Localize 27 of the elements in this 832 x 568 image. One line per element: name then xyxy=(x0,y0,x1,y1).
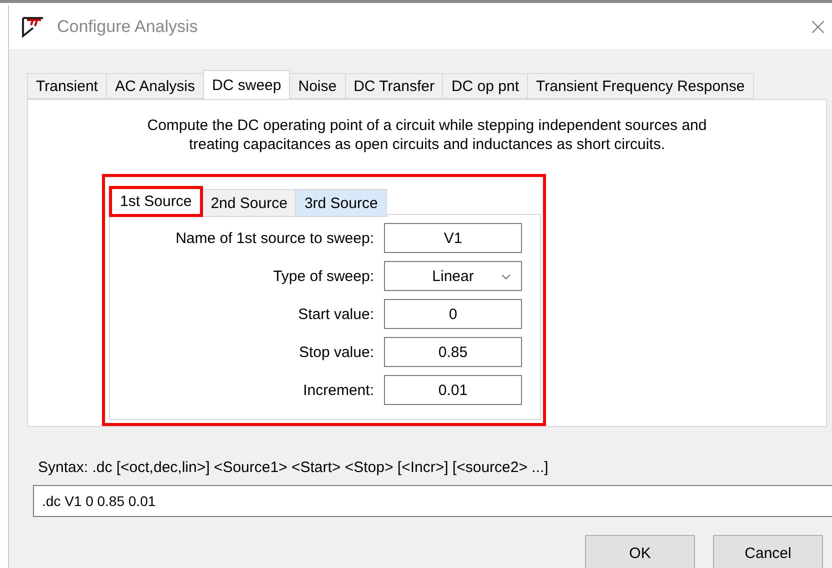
input-field[interactable]: 0 xyxy=(384,299,522,329)
tab[interactable]: DC op pnt xyxy=(442,73,528,99)
input-field[interactable]: V1 xyxy=(384,223,522,253)
source-tab[interactable]: 3rd Source xyxy=(295,189,387,217)
tab[interactable]: DC sweep xyxy=(203,70,290,99)
field-label: Start value: xyxy=(297,306,375,322)
source-tab[interactable]: 1st Source xyxy=(109,186,203,217)
tab[interactable]: DC Transfer xyxy=(344,73,444,99)
app-logo-icon xyxy=(21,16,45,38)
source-tab[interactable]: 2nd Source xyxy=(202,189,296,217)
window-title: Configure Analysis xyxy=(57,17,198,37)
input-field[interactable]: 0.85 xyxy=(384,337,522,367)
sweep-type-dropdown[interactable]: Linear xyxy=(384,261,522,291)
command-field[interactable]: .dc V1 0 0.85 0.01 xyxy=(33,485,832,517)
tab[interactable]: Transient xyxy=(27,73,107,99)
field-label: Name of 1st source to sweep: xyxy=(174,230,375,246)
dialog-button[interactable]: Cancel xyxy=(713,535,823,568)
tab[interactable]: Noise xyxy=(289,73,346,99)
description-text: Compute the DC operating point of a circuit while stepping independent sources and treating capacitances as open circuits and inductances as short circuits. xyxy=(147,116,707,154)
field-label: Type of sweep: xyxy=(272,268,375,284)
tab[interactable]: Transient Frequency Response xyxy=(527,73,754,99)
field-label: Stop value: xyxy=(298,344,375,360)
tab[interactable]: AC Analysis xyxy=(106,73,204,99)
dialog-button[interactable]: OK xyxy=(585,535,695,568)
syntax-text: Syntax: .dc [<oct,dec,lin>] <Source1> <Start> <Stop> [<Incr>] [<source2> ...] xyxy=(38,459,550,476)
input-field[interactable]: 0.01 xyxy=(384,375,522,405)
field-label: Increment: xyxy=(302,382,375,398)
